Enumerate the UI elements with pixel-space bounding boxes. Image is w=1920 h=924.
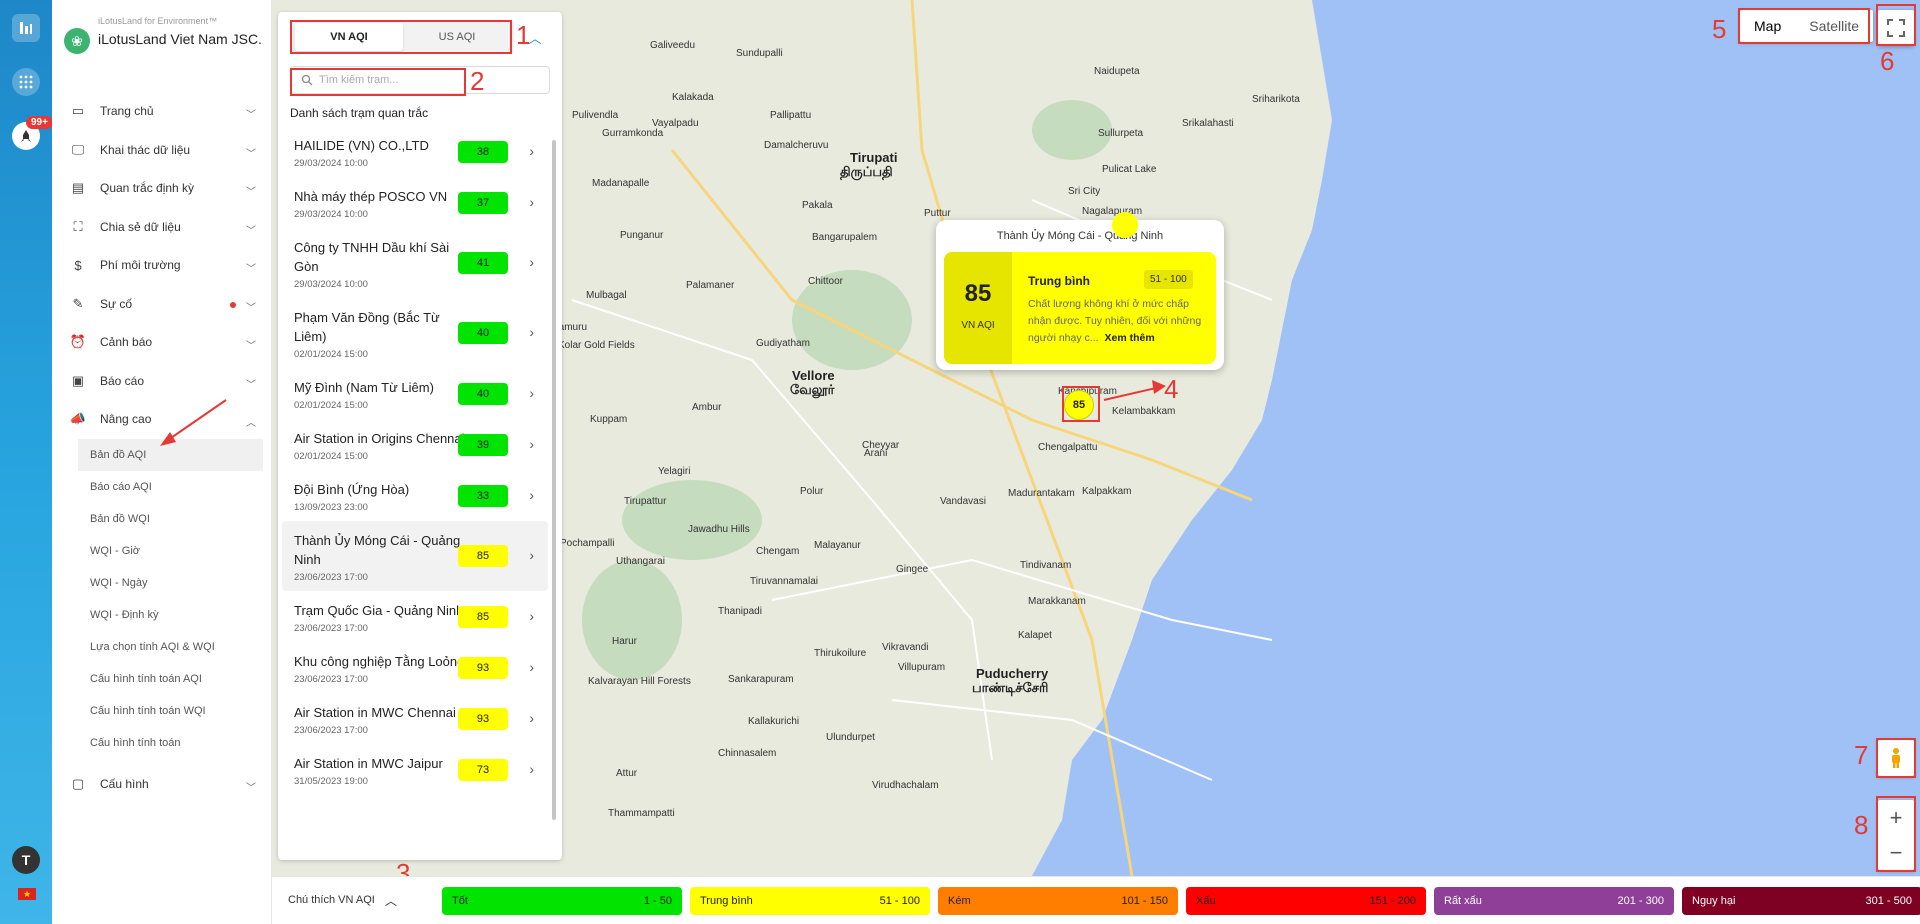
aqi-legend-bar: Chú thích VN AQI ︿ Tốt 1 - 50 Trung bình 51…: [272, 876, 1920, 924]
legend-range: 1 - 50: [643, 895, 672, 907]
legend-label: Trung bình: [700, 895, 753, 907]
annotation-arrow: [1103, 387, 1157, 401]
legend-item: Tốt 1 - 50: [442, 887, 682, 915]
annotation-arrows: [160, 380, 1166, 446]
legend-label: Nguy hại: [1692, 895, 1736, 907]
legend-range: 301 - 500: [1865, 895, 1912, 907]
legend-item: Xấu 151 - 200: [1186, 887, 1426, 915]
annotation-arrowhead: [160, 432, 176, 446]
chevron-up-icon: ︿: [384, 893, 397, 908]
legend-label: Kém: [948, 895, 971, 907]
legend-item: Nguy hại 301 - 500: [1682, 887, 1920, 915]
legend-range: 51 - 100: [879, 895, 920, 907]
legend-range: 201 - 300: [1617, 895, 1664, 907]
legend-item: Rất xấu 201 - 300: [1434, 887, 1674, 915]
legend-label: Tốt: [452, 895, 468, 907]
legend-item: Trung bình 51 - 100: [690, 887, 930, 915]
annotation-arrowhead: [1152, 380, 1166, 394]
legend-item: Kém 101 - 150: [938, 887, 1178, 915]
legend-range: 101 - 150: [1121, 895, 1168, 907]
legend-label: Rất xấu: [1444, 895, 1482, 907]
legend-range: 151 - 200: [1369, 895, 1416, 907]
legend-toggle-button[interactable]: Chú thích VN AQI ︿: [282, 887, 403, 913]
legend-label: Xấu: [1196, 895, 1216, 907]
legend-toggle-label: Chú thích VN AQI: [288, 894, 375, 906]
app-root: 99+ T ★ ❀ iLotusLand for Environment™ iL…: [0, 0, 1920, 924]
annotation-arrow: [167, 399, 227, 441]
